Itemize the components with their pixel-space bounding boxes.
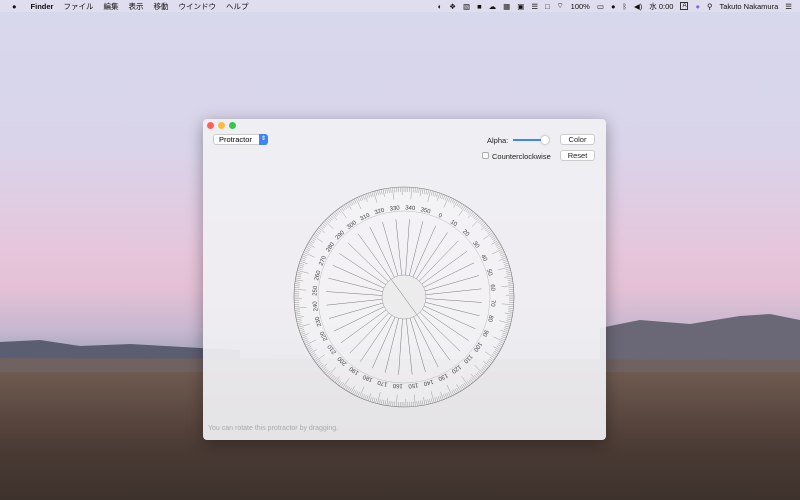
input-source[interactable]: A	[680, 2, 689, 10]
degree-label: 160	[392, 382, 403, 389]
protractor-window: Protractor ⇕ Alpha: Color Counterclockwis…	[203, 119, 606, 440]
chevron-updown-icon: ⇕	[259, 134, 268, 145]
square-icon[interactable]: ▣	[517, 2, 524, 11]
counterclockwise-label[interactable]: Counterclockwise	[492, 152, 551, 161]
mode-select[interactable]: Protractor ⇕	[213, 134, 268, 145]
siri-icon[interactable]: ●	[695, 2, 700, 11]
battery-percent[interactable]: 100%	[571, 2, 590, 11]
degree-label: 330	[389, 205, 400, 212]
menu-edit[interactable]: 編集	[103, 1, 118, 12]
search-icon[interactable]: ⚲	[707, 2, 713, 11]
tag-icon[interactable]: ■	[477, 2, 482, 11]
battery-icon[interactable]: ▭	[597, 2, 604, 11]
menu-file[interactable]: ファイル	[63, 1, 93, 12]
color-button[interactable]: Color	[560, 134, 595, 145]
hint-text: You can rotate this protractor by draggi…	[208, 425, 339, 432]
menu-bar: ● Finder ファイル 編集 表示 移動 ウインドウ ヘルプ ◐ ❖ ▧ ■…	[0, 0, 800, 12]
frame-icon[interactable]: □	[545, 2, 550, 11]
degree-label: 250	[312, 285, 319, 296]
document-icon[interactable]: ▧	[463, 2, 470, 11]
alpha-slider[interactable]	[513, 136, 550, 144]
menu-view[interactable]: 表示	[128, 1, 143, 12]
menu-window[interactable]: ウインドウ	[178, 1, 216, 12]
close-button[interactable]	[207, 122, 214, 129]
alpha-label: Alpha:	[487, 136, 509, 145]
window-icon[interactable]: ☰	[531, 2, 538, 11]
bluetooth-icon[interactable]: ᛒ	[622, 2, 627, 11]
protractor[interactable]: 0102030405060708090100110120130140150160…	[292, 185, 516, 409]
degree-label: 240	[312, 300, 319, 311]
notification-center-icon[interactable]: ☰	[785, 2, 792, 11]
minimize-button[interactable]	[218, 122, 225, 129]
degree-label: 70	[489, 300, 495, 308]
counterclockwise-checkbox[interactable]	[482, 152, 489, 159]
menu-app-finder[interactable]: Finder	[31, 2, 54, 11]
degree-label: 150	[407, 381, 418, 388]
dropbox-icon[interactable]: ❖	[449, 2, 456, 11]
reset-button[interactable]: Reset	[560, 150, 595, 161]
clock[interactable]: 水 0:00	[649, 1, 673, 12]
degree-label: 60	[489, 284, 496, 292]
grid-icon[interactable]: ▦	[503, 2, 510, 11]
line-icon[interactable]: ●	[611, 2, 616, 11]
zoom-button[interactable]	[229, 122, 236, 129]
status-app-icon[interactable]: ◐	[438, 2, 443, 11]
mode-select-value: Protractor	[219, 135, 252, 144]
wifi-icon[interactable]: ⌔	[557, 1, 564, 11]
menu-go[interactable]: 移動	[153, 1, 168, 12]
degree-label: 340	[405, 205, 416, 212]
volume-icon[interactable]: ◀)	[634, 2, 642, 11]
cloud-icon[interactable]: ☁	[489, 2, 497, 11]
user-name[interactable]: Takuto Nakamura	[719, 2, 778, 11]
menu-help[interactable]: ヘルプ	[226, 1, 249, 12]
apple-menu-icon[interactable]: ●	[12, 2, 17, 11]
